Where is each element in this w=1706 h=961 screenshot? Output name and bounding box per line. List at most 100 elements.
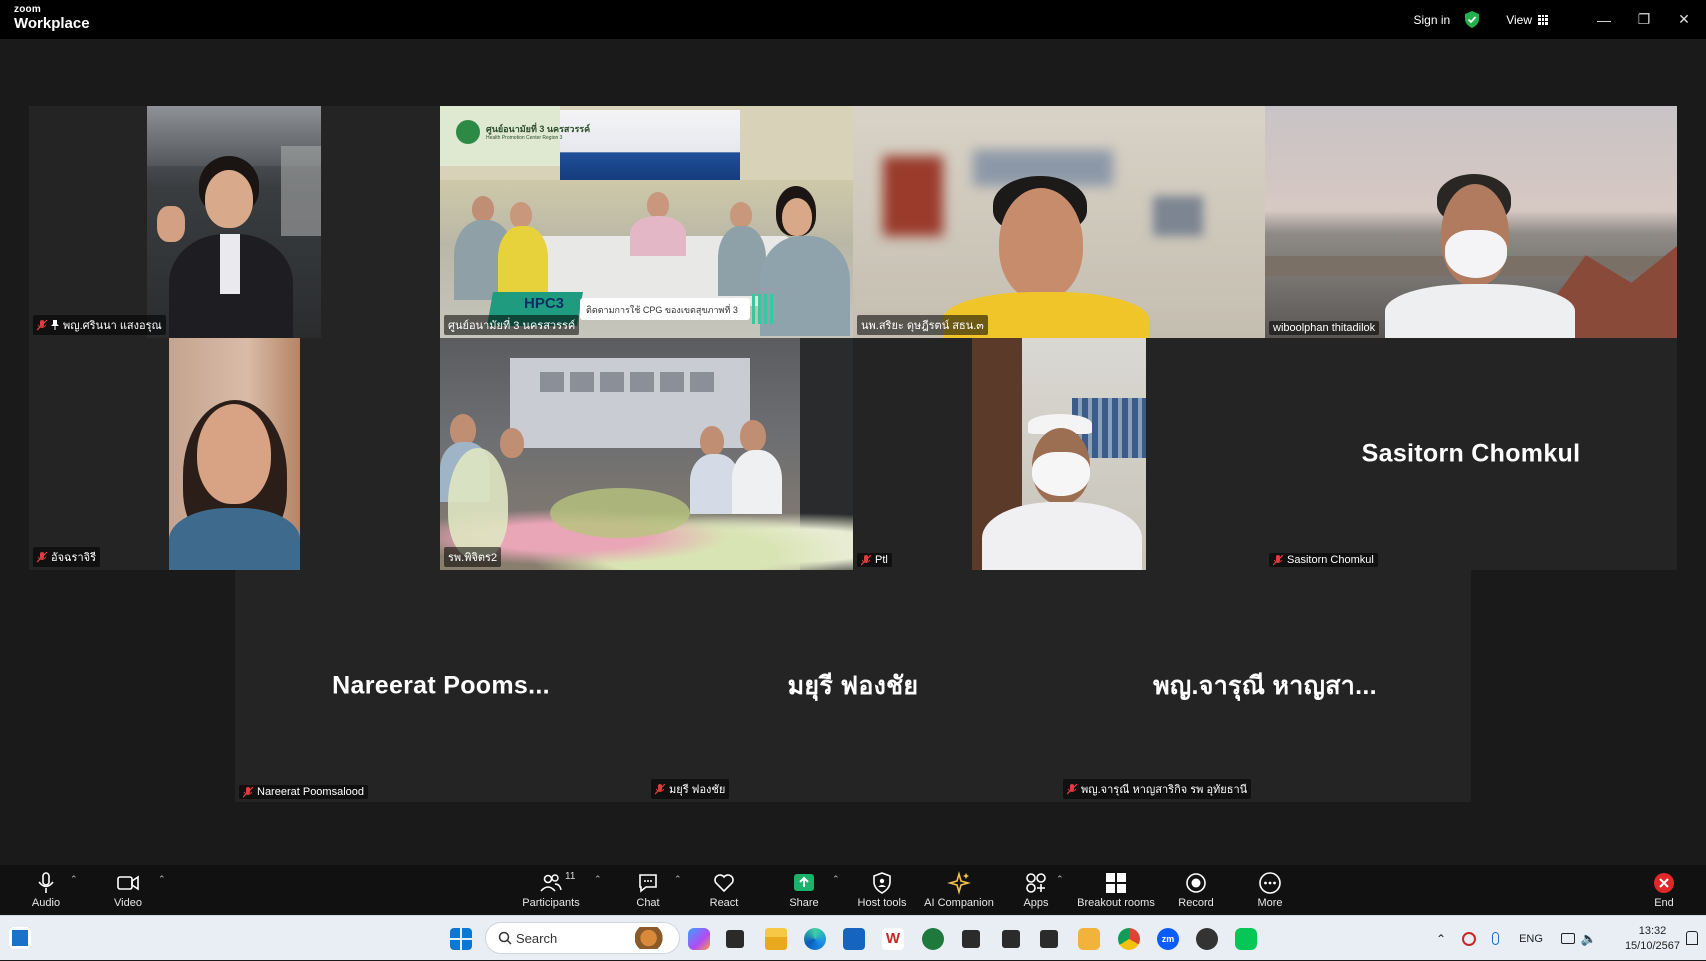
participant-name: มยุรี ฟองชัย: [669, 784, 726, 796]
more-button[interactable]: More: [1252, 865, 1288, 915]
share-options-chevron-icon[interactable]: ⌃: [832, 874, 840, 885]
participant-name-tag: รพ.พิจิตร2: [444, 547, 502, 567]
participant-name-tag: Ptl: [857, 553, 892, 567]
restore-icon[interactable]: ❐: [1624, 0, 1664, 39]
file-explorer-icon[interactable]: [765, 928, 787, 950]
chat-button[interactable]: Chat: [630, 865, 666, 915]
line-app-icon[interactable]: [1235, 928, 1257, 950]
participant-display-name: Nareerat Pooms...: [332, 671, 550, 700]
banner-main: HPC3: [524, 295, 565, 312]
volume-icon[interactable]: 🔈: [1581, 931, 1597, 947]
audio-options-chevron-icon[interactable]: ⌃: [70, 874, 78, 885]
video-tile[interactable]: รพ.พิจิตร2: [440, 338, 853, 570]
participant-name-tag: wiboolphan thitadilok: [1269, 321, 1380, 335]
windows-taskbar: Search W zm ⌃ ENG 🔈 13:32 15/10/2567: [0, 915, 1706, 960]
taskbar-clock[interactable]: 13:32 15/10/2567: [1625, 924, 1680, 954]
video-tile[interactable]: นพ.สริยะ ดุษฎีรตน์ สธน.๓: [853, 106, 1265, 338]
zoom-app-icon[interactable]: zm: [1157, 928, 1179, 950]
participant-video: [1265, 106, 1677, 338]
photos-app-icon[interactable]: [1078, 928, 1100, 950]
chat-bubble-icon: [639, 874, 657, 893]
minimize-icon[interactable]: —: [1584, 0, 1624, 39]
participant-name: wiboolphan thitadilok: [1273, 322, 1376, 334]
mic-muted-icon: [243, 786, 253, 797]
mic-muted-icon: [861, 554, 871, 565]
participant-name: อัจฉราจิรี: [51, 552, 96, 564]
ai-companion-label: AI Companion: [924, 897, 994, 909]
network-icon[interactable]: [1560, 933, 1575, 944]
chrome-browser-icon[interactable]: [1118, 928, 1140, 950]
video-tile[interactable]: มยุรี ฟองชัย มยุรี ฟองชัย: [647, 570, 1059, 802]
video-tile-active-speaker[interactable]: ศูนย์อนามัยที่ 3 นครสวรรค์ Health Promot…: [440, 106, 853, 338]
participants-options-chevron-icon[interactable]: ⌃: [594, 874, 602, 885]
room-sign-en: Health Promotion Center Region 3: [486, 135, 563, 141]
sign-in-link[interactable]: Sign in: [1414, 13, 1451, 27]
audio-button[interactable]: Audio: [28, 865, 64, 915]
meeting-controls: Audio ⌃ Video ⌃ Participants 11 ⌃ Chat ⌃…: [0, 865, 1706, 915]
record-icon: [1186, 873, 1206, 893]
breakout-rooms-button[interactable]: Breakout rooms: [1077, 865, 1155, 915]
apps-options-chevron-icon[interactable]: ⌃: [1056, 874, 1064, 885]
participant-name-tag: Sasitorn Chomkul: [1269, 553, 1378, 567]
ai-companion-button[interactable]: AI Companion: [924, 865, 994, 915]
microsoft-store-icon[interactable]: [843, 928, 865, 950]
language-indicator[interactable]: ENG: [1519, 933, 1543, 945]
breakout-rooms-label: Breakout rooms: [1077, 897, 1155, 909]
audio-label: Audio: [31, 897, 61, 909]
show-hidden-icons-chevron-icon[interactable]: ⌃: [1436, 932, 1446, 946]
app-icon-a[interactable]: [962, 930, 980, 948]
view-button[interactable]: View: [1506, 13, 1548, 27]
obs-app-icon[interactable]: [1196, 928, 1218, 950]
app-icon-1[interactable]: [1002, 930, 1020, 948]
title-bar: zoom Workplace Sign in View — ❐ ✕: [0, 0, 1706, 39]
end-meeting-button[interactable]: End: [1646, 865, 1682, 915]
participant-video: [147, 106, 321, 338]
view-label: View: [1506, 12, 1532, 27]
windows-start-icon[interactable]: [450, 928, 472, 950]
edge-browser-icon[interactable]: [804, 928, 826, 950]
apps-button[interactable]: Apps: [1018, 865, 1054, 915]
notification-icon[interactable]: [1686, 931, 1698, 945]
search-placeholder: Search: [516, 931, 558, 946]
pin-icon: [51, 320, 59, 330]
close-icon[interactable]: ✕: [1664, 0, 1704, 39]
brand-top: zoom: [14, 4, 41, 15]
banner-sub: ติดตามการใช้ CPG ของเขตสุขภาพที่ 3: [580, 298, 750, 320]
app-icon-s[interactable]: [1040, 930, 1058, 948]
taskbar-search[interactable]: Search: [485, 922, 680, 954]
video-tile[interactable]: Ptl: [853, 338, 1265, 570]
chat-options-chevron-icon[interactable]: ⌃: [674, 874, 682, 885]
video-tile[interactable]: Nareerat Pooms... Nareerat Poomsalood: [235, 570, 647, 802]
record-button[interactable]: Record: [1178, 865, 1214, 915]
wps-office-icon[interactable]: W: [882, 928, 904, 950]
react-button[interactable]: React: [706, 865, 742, 915]
zoom-logo: zoom Workplace: [14, 4, 90, 32]
video-tile[interactable]: พญ.ศรินนา แสงอรุณ: [29, 106, 440, 338]
video-tile[interactable]: พญ.จารุณี หาญสา... พญ.จารุณี หาญสาริกิจ …: [1059, 570, 1471, 802]
host-tools-button[interactable]: Host tools: [856, 865, 908, 915]
video-options-chevron-icon[interactable]: ⌃: [158, 874, 166, 885]
video-button[interactable]: Video: [110, 865, 146, 915]
sync-icon[interactable]: [1462, 931, 1477, 946]
microphone-tray-icon[interactable]: [1492, 932, 1500, 945]
more-label: More: [1257, 897, 1283, 909]
clock-date: 15/10/2567: [1624, 940, 1680, 952]
video-tile[interactable]: wiboolphan thitadilok: [1265, 106, 1677, 338]
copilot-icon[interactable]: [688, 928, 710, 950]
video-tile[interactable]: อัจฉราจิรี: [29, 338, 440, 570]
widgets-icon[interactable]: [9, 927, 31, 949]
mic-muted-icon: [1067, 783, 1077, 794]
task-view-icon[interactable]: [726, 930, 744, 948]
participants-label: Participants: [522, 897, 580, 909]
grid-icon: [1538, 14, 1548, 25]
more-dots-icon: [1259, 872, 1281, 894]
participant-name: พญ.จารุณี หาญสาริกิจ รพ อุทัยธานี: [1081, 784, 1248, 796]
video-tile[interactable]: Sasitorn Chomkul Sasitorn Chomkul: [1265, 338, 1677, 570]
health-app-icon[interactable]: [922, 928, 944, 950]
participant-name: Nareerat Poomsalood: [257, 786, 365, 798]
apps-icon: [1026, 873, 1046, 893]
encryption-shield-icon[interactable]: [1464, 11, 1480, 28]
share-button[interactable]: Share: [786, 865, 822, 915]
mic-muted-icon: [655, 783, 665, 794]
participants-count: 11: [565, 871, 576, 882]
